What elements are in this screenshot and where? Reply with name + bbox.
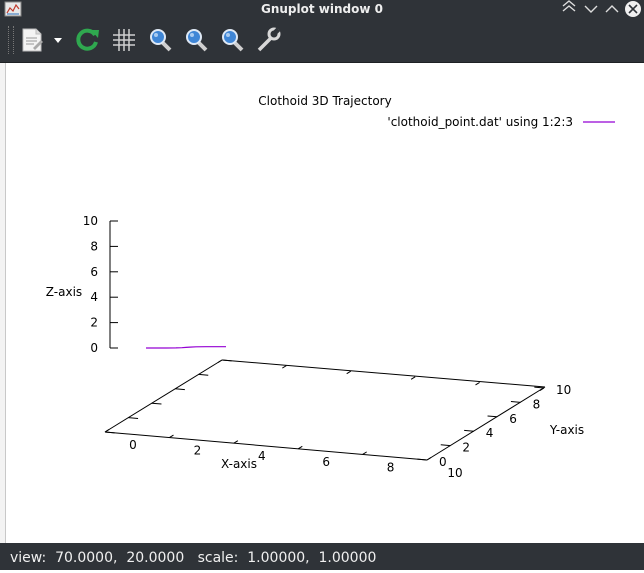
y-tick-mark [464, 429, 474, 432]
x-tick-label: 0 [129, 438, 137, 452]
grid-icon[interactable] [110, 26, 138, 54]
x-tick-mark [362, 451, 367, 455]
y-tick-label: 0 [439, 455, 447, 469]
y-tick-mark-left [104, 431, 115, 434]
zoom-previous-icon[interactable] [146, 26, 174, 54]
replot-icon[interactable] [74, 26, 102, 54]
y-tick-mark-left [221, 359, 232, 362]
status-text: view: 70.0000, 20.0000 scale: 1.00000, 1… [10, 550, 377, 566]
y-tick-mark-left [151, 402, 162, 405]
x-tick-mark-back [410, 376, 416, 380]
x-tick-label: 2 [194, 444, 202, 458]
window-title: Gnuplot window 0 [261, 2, 383, 16]
plot-canvas[interactable]: Clothoid 3D Trajectory 'clothoid_point.d… [6, 63, 644, 543]
y-tick-mark [440, 444, 451, 447]
zoom-next-icon[interactable] [182, 26, 210, 54]
y-tick-mark [487, 415, 498, 418]
base-edge-left [104, 359, 223, 433]
y-tick-mark [417, 458, 428, 461]
legend-entry-label: 'clothoid_point.dat' using 1:2:3 [387, 115, 573, 129]
keep-above-icon[interactable] [558, 0, 580, 18]
x-tick-label: 8 [387, 460, 395, 474]
x-tick-mark [426, 457, 432, 461]
series-group [146, 346, 226, 349]
export-icon[interactable] [19, 26, 47, 54]
y-tick-label: 6 [509, 412, 517, 426]
toolbar-handle[interactable] [8, 26, 14, 54]
axes-group [104, 221, 546, 461]
y-tick-mark [510, 401, 521, 403]
y-tick-label: 8 [533, 397, 541, 411]
z-tick-label: 0 [90, 341, 98, 355]
base-edge-right [426, 386, 546, 461]
y-tick-mark-left [128, 417, 139, 419]
x-tick-mark [233, 440, 239, 444]
x-tick-mark-back [346, 370, 352, 375]
chart-title: Clothoid 3D Trajectory [258, 94, 391, 108]
series-trajectory-line [146, 346, 226, 349]
y-tick-label: 2 [462, 441, 470, 455]
y-tick-mark-left [198, 373, 209, 376]
y-tick-label: 10 [556, 383, 571, 397]
y-axis-label: Y-axis [549, 423, 584, 437]
x-tick-mark-back [282, 365, 287, 369]
z-tick-label: 10 [83, 214, 98, 228]
toolbar [0, 18, 644, 63]
status-bar: view: 70.0000, 20.0000 scale: 1.00000, 1… [0, 543, 644, 570]
x-tick-mark [169, 434, 174, 439]
maximize-icon[interactable] [601, 0, 623, 18]
x-tick-label: 6 [322, 455, 330, 469]
window-titlebar[interactable]: Gnuplot window 0 [0, 0, 644, 18]
dropdown-arrow-icon[interactable] [50, 26, 66, 54]
chart-svg[interactable]: Clothoid 3D Trajectory 'clothoid_point.d… [6, 63, 644, 543]
x-tick-label: 4 [258, 449, 266, 463]
z-tick-label: 2 [90, 316, 98, 330]
y-tick-mark-left [175, 388, 185, 391]
z-tick-label: 4 [90, 290, 98, 304]
x-tick-mark [297, 445, 303, 450]
minimize-icon[interactable] [580, 0, 602, 18]
x-axis-label: X-axis [221, 457, 257, 471]
x-tick-mark-back [475, 381, 480, 386]
z-axis-label: Z-axis [46, 285, 82, 299]
y-tick-label: 4 [486, 426, 494, 440]
base-edge-front [104, 431, 428, 461]
x-tick-mark-back [217, 359, 223, 363]
z-tick-label: 6 [90, 265, 98, 279]
close-icon[interactable] [622, 0, 644, 18]
unzoom-icon[interactable] [218, 26, 246, 54]
ticks-group: 0 2 4 6 8 1002468100246810 [83, 214, 572, 480]
z-tick-label: 8 [90, 239, 98, 253]
x-tick-label: 10 [447, 466, 462, 480]
base-edge-back [221, 359, 546, 388]
settings-wrench-icon[interactable] [254, 26, 282, 54]
